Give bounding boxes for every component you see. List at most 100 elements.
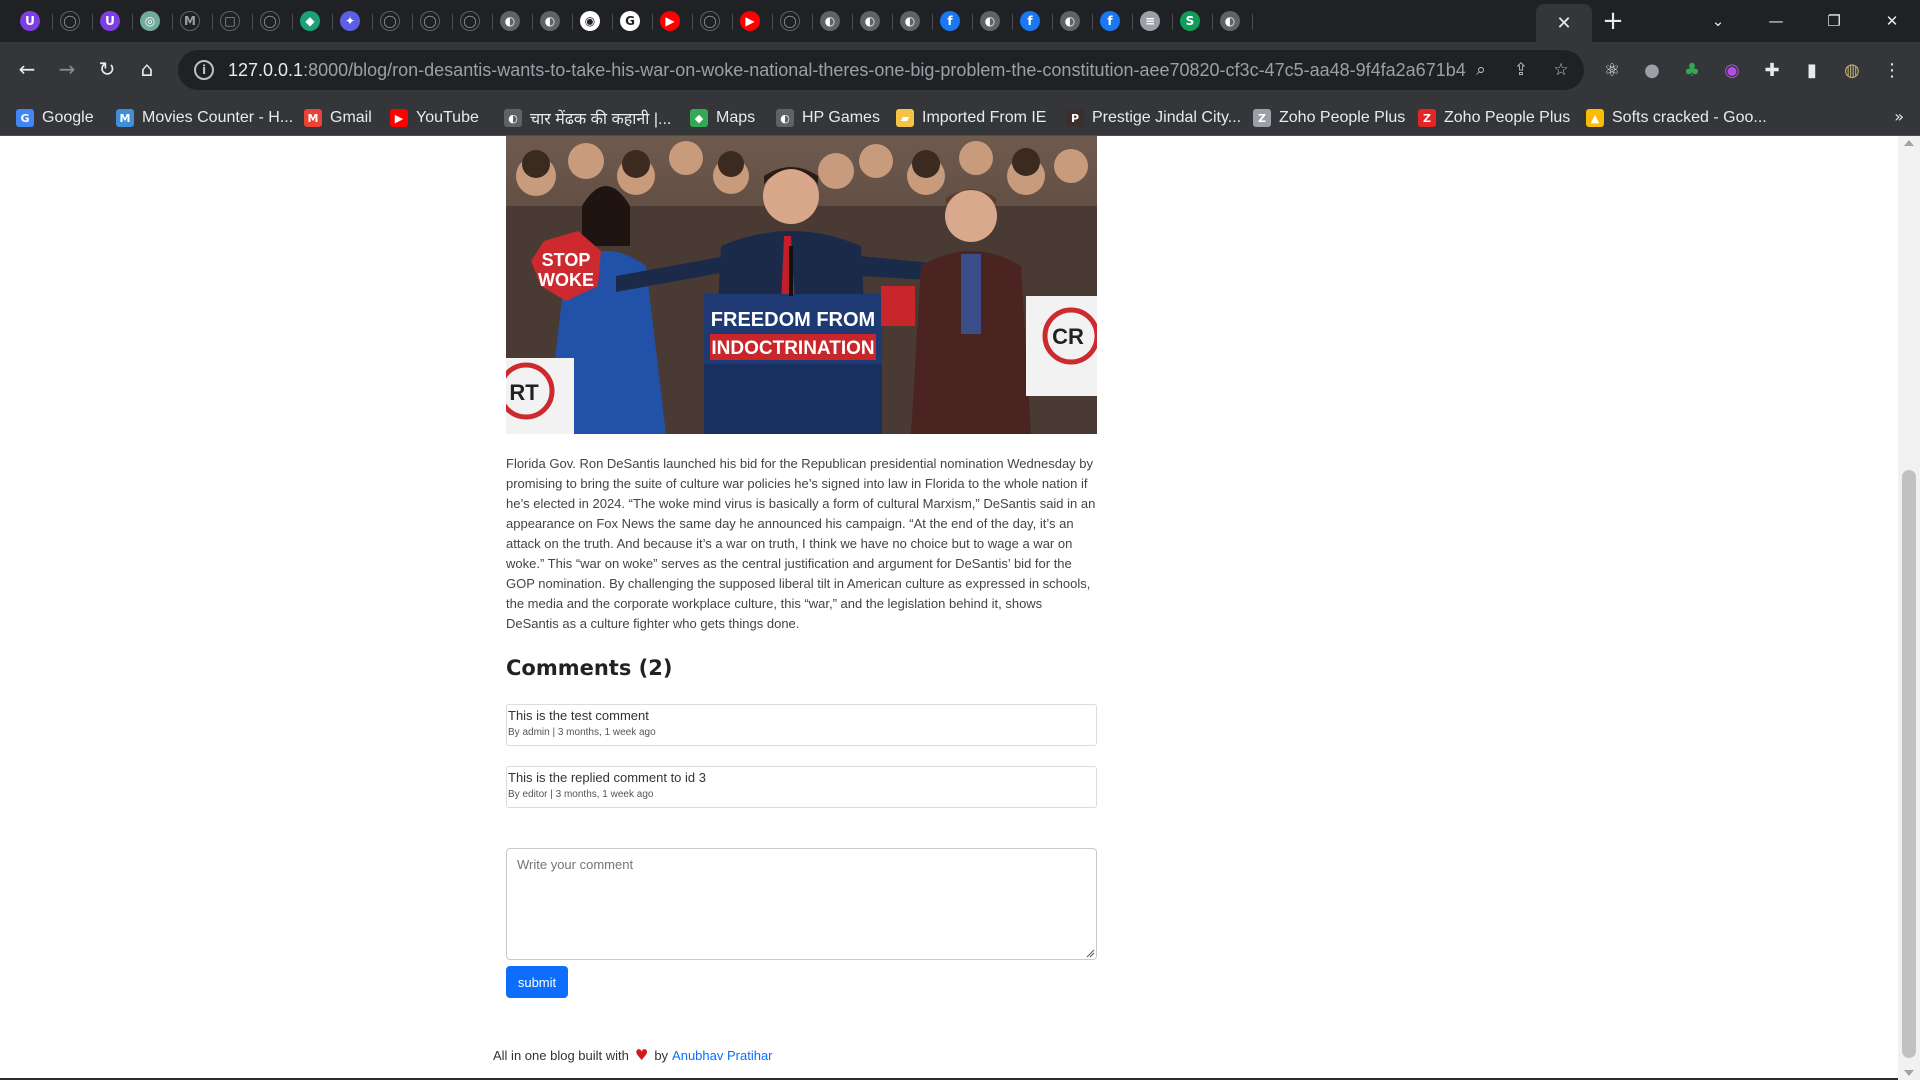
window-close-button[interactable]: ✕: [1864, 0, 1920, 42]
extensions-puzzle-icon[interactable]: ✚: [1758, 56, 1786, 84]
bookmark-favicon-icon: G: [16, 109, 34, 127]
tab-separator: [1092, 14, 1093, 30]
site-info-icon[interactable]: i: [194, 60, 214, 80]
scroll-down-arrow-icon[interactable]: [1904, 1070, 1914, 1076]
bookmark-label: Prestige Jindal City...: [1092, 109, 1242, 126]
browser-tab[interactable]: ◐: [498, 8, 522, 34]
react-devtools-icon[interactable]: ⚛: [1598, 56, 1626, 84]
tab-separator: [812, 14, 813, 30]
submit-button[interactable]: submit: [506, 966, 568, 998]
bookmark-item[interactable]: ▶ YouTube: [390, 107, 479, 129]
browser-tab[interactable]: ✦: [338, 8, 362, 34]
scroll-up-arrow-icon[interactable]: [1904, 140, 1914, 146]
resize-grip-icon[interactable]: [1085, 948, 1095, 958]
tab-separator: [172, 14, 173, 30]
browser-tab[interactable]: ≡: [1138, 8, 1162, 34]
browser-tab[interactable]: ◐: [1218, 8, 1242, 34]
close-icon[interactable]: ✕: [1556, 13, 1571, 34]
url-text[interactable]: 127.0.0.1:8000/blog/ron-desantis-wants-t…: [228, 60, 1466, 81]
new-tab-button[interactable]: +: [1598, 6, 1628, 36]
browser-tab[interactable]: G: [618, 8, 642, 34]
browser-tab[interactable]: ◯: [418, 8, 442, 34]
comment-meta: By editor | 3 months, 1 week ago: [508, 789, 654, 800]
browser-tab[interactable]: ◎: [138, 8, 162, 34]
browser-tab[interactable]: S: [1178, 8, 1202, 34]
forward-button[interactable]: →: [52, 54, 82, 84]
article-hero-image: FREEDOM FROM INDOCTRINATION STOP WOKE RT…: [506, 136, 1097, 434]
comment-text: This is the test comment: [508, 708, 649, 723]
bookmark-item[interactable]: ◐ चार मेंढक की कहानी |...: [504, 107, 671, 129]
bookmark-item[interactable]: ◆ Maps: [690, 107, 755, 129]
tree-extension-icon[interactable]: ♣: [1678, 56, 1706, 84]
tab-separator: [132, 14, 133, 30]
tab-separator: [892, 14, 893, 30]
bookmark-star-icon[interactable]: ☆: [1550, 59, 1572, 81]
browser-tab[interactable]: ◯: [778, 8, 802, 34]
active-tab[interactable]: ✕: [1536, 4, 1592, 42]
sign-woke-text: WOKE: [538, 270, 594, 290]
browser-tab[interactable]: M: [178, 8, 202, 34]
browser-tab[interactable]: ◯: [458, 8, 482, 34]
address-bar[interactable]: i 127.0.0.1:8000/blog/ron-desantis-wants…: [178, 50, 1584, 90]
tab-youtube-icon: ▶: [740, 11, 760, 31]
browser-tab[interactable]: ◯: [58, 8, 82, 34]
tab-search-button[interactable]: ⌄: [1690, 0, 1746, 42]
vertical-scrollbar[interactable]: [1898, 136, 1920, 1080]
browser-tab[interactable]: ◉: [578, 8, 602, 34]
minimize-button[interactable]: —: [1748, 0, 1804, 42]
bookmark-item[interactable]: ▲ Softs cracked - Goo...: [1586, 107, 1767, 129]
tab-github-icon: ◯: [260, 11, 280, 31]
back-button[interactable]: ←: [12, 54, 42, 84]
browser-tab[interactable]: f: [1098, 8, 1122, 34]
bookmark-label: Softs cracked - Goo...: [1612, 109, 1767, 126]
browser-tab[interactable]: U: [98, 8, 122, 34]
browser-tab[interactable]: ◐: [898, 8, 922, 34]
browser-tab[interactable]: ◯: [258, 8, 282, 34]
tab-proton-icon: U: [100, 11, 120, 31]
browser-tab[interactable]: U: [18, 8, 42, 34]
bookmark-item[interactable]: G Google: [16, 107, 94, 129]
browser-tab[interactable]: ◐: [818, 8, 842, 34]
restore-button[interactable]: ❐: [1806, 0, 1862, 42]
home-button[interactable]: ⌂: [132, 54, 162, 84]
bookmark-item[interactable]: M Gmail: [304, 107, 372, 129]
comments-heading: Comments (2): [506, 656, 673, 680]
browser-tab[interactable]: ◐: [1058, 8, 1082, 34]
profile-avatar-icon[interactable]: ◍: [1838, 56, 1866, 84]
bookmark-item[interactable]: M Movies Counter - H...: [116, 107, 293, 129]
browser-tab[interactable]: ▶: [738, 8, 762, 34]
browser-tab[interactable]: ◆: [298, 8, 322, 34]
author-link[interactable]: Anubhav Pratihar: [672, 1048, 772, 1063]
browser-tab[interactable]: f: [1018, 8, 1042, 34]
bookmark-item[interactable]: ◐ HP Games: [776, 107, 880, 129]
tab-separator: [1132, 14, 1133, 30]
forward-arrow-icon: →: [58, 57, 76, 81]
purple-extension-icon[interactable]: ◉: [1718, 56, 1746, 84]
extension-dot-icon[interactable]: ●: [1638, 56, 1666, 84]
browser-tab[interactable]: ▶: [658, 8, 682, 34]
browser-tab[interactable]: □: [218, 8, 242, 34]
bookmark-item[interactable]: P Prestige Jindal City...: [1066, 107, 1241, 129]
reload-icon: ↻: [98, 57, 116, 81]
scroll-thumb[interactable]: [1902, 470, 1916, 1058]
browser-tab[interactable]: ◯: [698, 8, 722, 34]
bookmark-label: Movies Counter - H...: [142, 109, 294, 126]
bookmarks-overflow-icon[interactable]: »: [1894, 107, 1904, 126]
comment-textarea[interactable]: [506, 848, 1097, 960]
share-icon[interactable]: ⇪: [1510, 59, 1532, 81]
browser-tab[interactable]: f: [938, 8, 962, 34]
reload-button[interactable]: ↻: [92, 54, 122, 84]
tab-github-icon: ◯: [380, 11, 400, 31]
browser-tab[interactable]: ◐: [978, 8, 1002, 34]
menu-kebab-icon[interactable]: ⋮: [1878, 56, 1906, 84]
side-panel-icon[interactable]: ▮: [1798, 56, 1826, 84]
browser-tab[interactable]: ◐: [858, 8, 882, 34]
bookmark-item[interactable]: Z Zoho People Plus: [1418, 107, 1570, 129]
tab-strip: U ◯ U ◎ M □ ◯ ◆ ✦ ◯ ◯ ◯ ◐ ◐ ◉ G ▶ ◯ ▶ ◯ ◐ ◐ ◐ f ◐ f ◐ f ≡ S ◐ ✕ + ⌄ — …: [0, 0, 1920, 42]
bookmark-favicon-icon: Z: [1418, 109, 1436, 127]
zoom-icon[interactable]: ⌕: [1470, 59, 1492, 81]
bookmark-item[interactable]: ▰ Imported From IE: [896, 107, 1046, 129]
browser-tab[interactable]: ◯: [378, 8, 402, 34]
browser-tab[interactable]: ◐: [538, 8, 562, 34]
bookmark-item[interactable]: Z Zoho People Plus: [1253, 107, 1405, 129]
